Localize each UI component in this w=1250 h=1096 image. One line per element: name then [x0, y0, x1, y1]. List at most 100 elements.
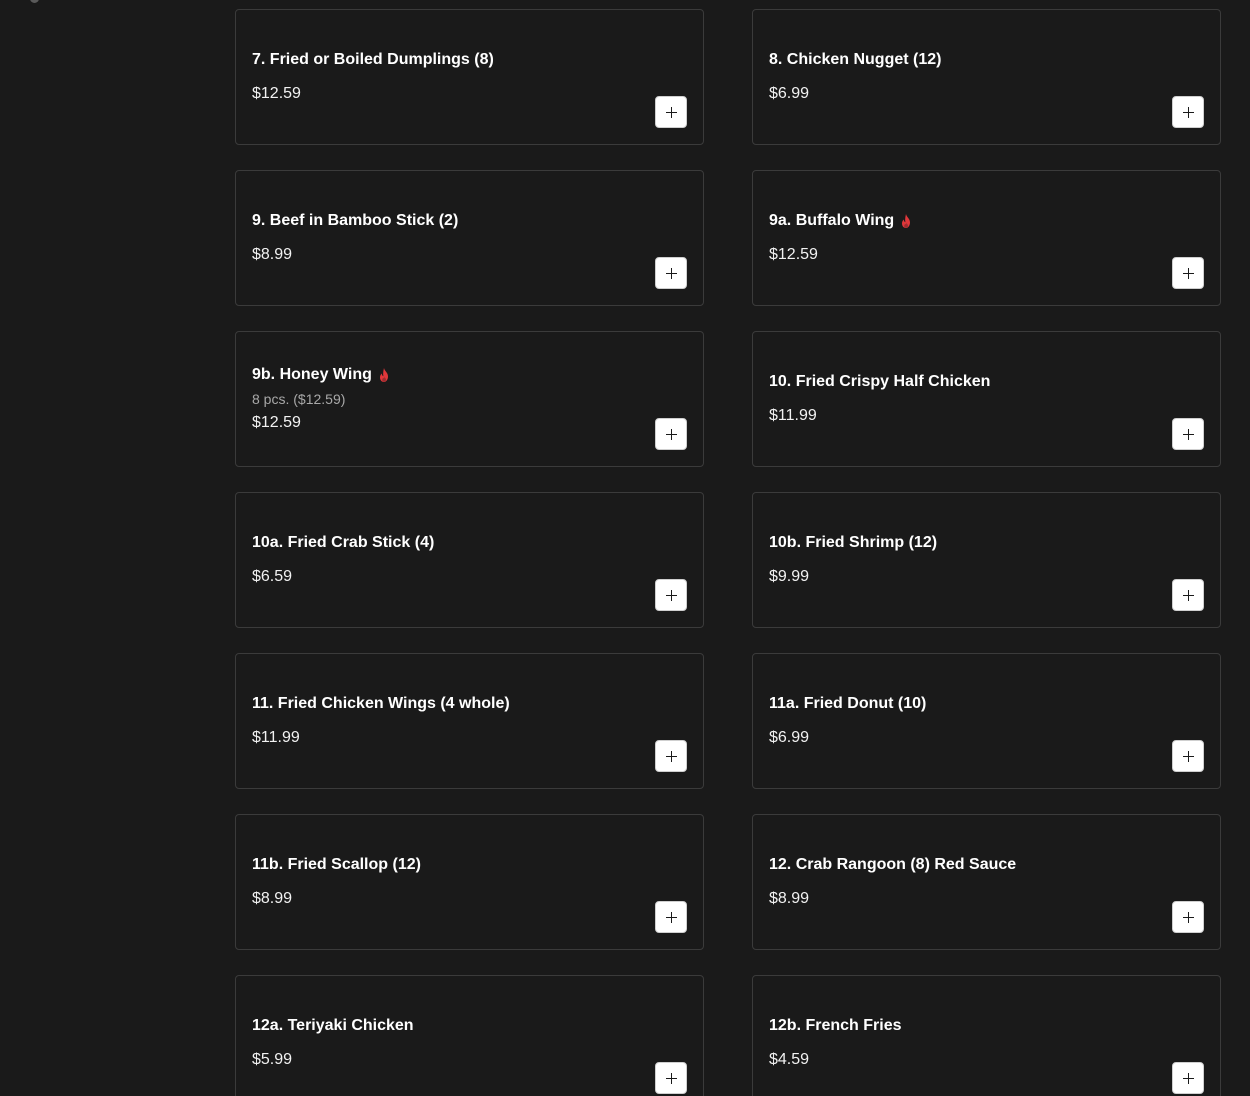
add-to-cart-button[interactable] — [655, 418, 687, 450]
menu-item-price: $11.99 — [252, 729, 300, 746]
menu-item-card[interactable]: 9b. Honey Wing 8 pcs. ($12.59) $12.59 — [235, 331, 704, 467]
plus-icon — [665, 750, 677, 762]
add-to-cart-button[interactable] — [655, 1062, 687, 1094]
menu-item-price: $6.99 — [769, 729, 810, 746]
menu-item-description: 8 pcs. ($12.59) — [252, 391, 346, 407]
left-sidebar — [0, 0, 235, 1096]
menu-item-info: 8. Chicken Nugget (12) $6.99 — [769, 10, 1140, 144]
menu-item-title: 11a. Fried Donut (10) — [769, 693, 1140, 715]
menu-item-name: 11. Fried Chicken Wings (4 whole) — [252, 695, 510, 712]
add-to-cart-button[interactable] — [1172, 901, 1204, 933]
add-to-cart-button[interactable] — [1172, 257, 1204, 289]
menu-item-info: 9b. Honey Wing 8 pcs. ($12.59) $12.59 — [252, 332, 623, 466]
menu-item-card[interactable]: 9. Beef in Bamboo Stick (2) $8.99 — [235, 170, 704, 306]
menu-item-name: 7. Fried or Boiled Dumplings (8) — [252, 51, 494, 68]
menu-item-title: 12. Crab Rangoon (8) Red Sauce — [769, 854, 1140, 876]
plus-icon — [1182, 589, 1194, 601]
add-to-cart-button[interactable] — [655, 740, 687, 772]
flame-icon — [378, 368, 390, 382]
menu-item-card[interactable]: 10a. Fried Crab Stick (4) $6.59 — [235, 492, 704, 628]
plus-icon — [665, 589, 677, 601]
menu-item-name: 12b. French Fries — [769, 1017, 902, 1034]
menu-item-info: 11b. Fried Scallop (12) $8.99 — [252, 815, 623, 949]
menu-item-title: 9a. Buffalo Wing — [769, 210, 1140, 232]
menu-item-info: 10. Fried Crispy Half Chicken $11.99 — [769, 332, 1140, 466]
menu-item-card[interactable]: 11b. Fried Scallop (12) $8.99 — [235, 814, 704, 950]
menu-item-price: $6.59 — [252, 568, 293, 585]
menu-item-title: 9b. Honey Wing — [252, 364, 623, 386]
menu-page: 7. Fried or Boiled Dumplings (8) $12.59 8.… — [0, 0, 1250, 1096]
menu-item-price: $6.99 — [769, 85, 810, 102]
menu-item-info: 9. Beef in Bamboo Stick (2) $8.99 — [252, 171, 623, 305]
add-to-cart-button[interactable] — [1172, 96, 1204, 128]
menu-item-price: $5.99 — [252, 1051, 293, 1068]
menu-item-name: 12a. Teriyaki Chicken — [252, 1017, 414, 1034]
menu-item-card[interactable]: 10. Fried Crispy Half Chicken $11.99 — [752, 331, 1221, 467]
add-to-cart-button[interactable] — [1172, 579, 1204, 611]
menu-item-info: 11. Fried Chicken Wings (4 whole) $11.99 — [252, 654, 623, 788]
menu-item-price: $12.59 — [252, 414, 301, 431]
menu-item-card[interactable]: 11a. Fried Donut (10) $6.99 — [752, 653, 1221, 789]
menu-item-info: 10a. Fried Crab Stick (4) $6.59 — [252, 493, 623, 627]
menu-item-name: 9a. Buffalo Wing — [769, 212, 895, 229]
plus-icon — [1182, 750, 1194, 762]
add-to-cart-button[interactable] — [655, 96, 687, 128]
menu-item-info: 9a. Buffalo Wing $12.59 — [769, 171, 1140, 305]
menu-item-title: 8. Chicken Nugget (12) — [769, 49, 1140, 71]
plus-icon — [1182, 428, 1194, 440]
menu-item-price: $12.59 — [769, 246, 818, 263]
menu-item-title: 11b. Fried Scallop (12) — [252, 854, 623, 876]
plus-icon — [1182, 1072, 1194, 1084]
sidebar-indicator — [30, 0, 39, 3]
menu-item-card[interactable]: 10b. Fried Shrimp (12) $9.99 — [752, 492, 1221, 628]
plus-icon — [665, 106, 677, 118]
add-to-cart-button[interactable] — [655, 579, 687, 611]
menu-item-info: 11a. Fried Donut (10) $6.99 — [769, 654, 1140, 788]
menu-item-price: $8.99 — [769, 890, 810, 907]
add-to-cart-button[interactable] — [1172, 418, 1204, 450]
menu-item-name: 10b. Fried Shrimp (12) — [769, 534, 938, 551]
menu-item-name: 9. Beef in Bamboo Stick (2) — [252, 212, 459, 229]
menu-item-title: 7. Fried or Boiled Dumplings (8) — [252, 49, 623, 71]
plus-icon — [665, 428, 677, 440]
flame-icon — [900, 214, 912, 228]
plus-icon — [1182, 267, 1194, 279]
menu-item-price: $4.59 — [769, 1051, 810, 1068]
plus-icon — [1182, 911, 1194, 923]
add-to-cart-button[interactable] — [655, 257, 687, 289]
menu-item-name: 12. Crab Rangoon (8) Red Sauce — [769, 856, 1017, 873]
menu-item-card[interactable]: 9a. Buffalo Wing $12.59 — [752, 170, 1221, 306]
menu-item-price: $11.99 — [769, 407, 817, 424]
menu-item-info: 12a. Teriyaki Chicken $5.99 — [252, 976, 623, 1096]
menu-item-name: 8. Chicken Nugget (12) — [769, 51, 942, 68]
add-to-cart-button[interactable] — [1172, 740, 1204, 772]
menu-item-price: $9.99 — [769, 568, 810, 585]
menu-item-price: $8.99 — [252, 246, 293, 263]
menu-item-title: 11. Fried Chicken Wings (4 whole) — [252, 693, 623, 715]
plus-icon — [665, 911, 677, 923]
menu-item-price: $8.99 — [252, 890, 293, 907]
menu-item-name: 10a. Fried Crab Stick (4) — [252, 534, 435, 551]
menu-item-name: 10. Fried Crispy Half Chicken — [769, 373, 991, 390]
menu-item-card[interactable]: 12a. Teriyaki Chicken $5.99 — [235, 975, 704, 1096]
menu-item-info: 7. Fried or Boiled Dumplings (8) $12.59 — [252, 10, 623, 144]
menu-item-card[interactable]: 8. Chicken Nugget (12) $6.99 — [752, 9, 1221, 145]
menu-item-title: 10a. Fried Crab Stick (4) — [252, 532, 623, 554]
menu-item-title: 10b. Fried Shrimp (12) — [769, 532, 1140, 554]
menu-item-info: 10b. Fried Shrimp (12) $9.99 — [769, 493, 1140, 627]
menu-item-price: $12.59 — [252, 85, 301, 102]
menu-item-card[interactable]: 11. Fried Chicken Wings (4 whole) $11.99 — [235, 653, 704, 789]
add-to-cart-button[interactable] — [655, 901, 687, 933]
menu-item-title: 12b. French Fries — [769, 1015, 1140, 1037]
menu-item-title: 10. Fried Crispy Half Chicken — [769, 371, 1140, 393]
menu-item-name: 9b. Honey Wing — [252, 366, 372, 383]
plus-icon — [665, 1072, 677, 1084]
menu-item-card[interactable]: 12b. French Fries $4.59 — [752, 975, 1221, 1096]
menu-item-title: 9. Beef in Bamboo Stick (2) — [252, 210, 623, 232]
menu-item-name: 11b. Fried Scallop (12) — [252, 856, 421, 873]
add-to-cart-button[interactable] — [1172, 1062, 1204, 1094]
menu-item-card[interactable]: 7. Fried or Boiled Dumplings (8) $12.59 — [235, 9, 704, 145]
menu-item-card[interactable]: 12. Crab Rangoon (8) Red Sauce $8.99 — [752, 814, 1221, 950]
menu-item-title: 12a. Teriyaki Chicken — [252, 1015, 623, 1037]
plus-icon — [665, 267, 677, 279]
